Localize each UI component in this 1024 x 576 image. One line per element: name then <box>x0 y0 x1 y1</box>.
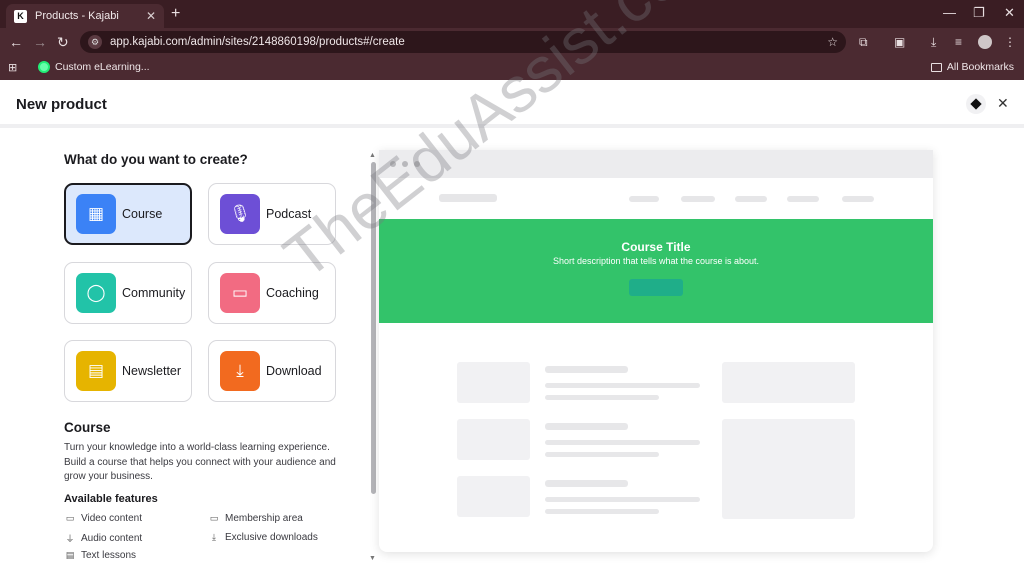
preview-line <box>545 480 628 487</box>
product-type-label: Coaching <box>266 286 319 300</box>
header-divider <box>0 124 1024 128</box>
selected-type-description: Turn your knowledge into a world-class l… <box>64 442 336 482</box>
browser-titlebar: K Products - Kajabi ✕ + — ❐ ✕ <box>0 0 1024 28</box>
preview-line <box>545 497 700 502</box>
coaching-icon: ▭ <box>220 273 260 313</box>
address-bar[interactable]: ⚙ app.kajabi.com/admin/sites/2148860198/… <box>80 31 846 53</box>
kajabi-favicon: K <box>14 9 27 23</box>
preview-dot <box>414 161 420 167</box>
preview-line <box>545 452 659 457</box>
browser-toolbar: ← → ↻ ⚙ app.kajabi.com/admin/sites/21488… <box>0 28 1024 56</box>
diamond-icon <box>970 98 982 110</box>
product-type-coaching[interactable]: ▭ Coaching <box>208 262 336 324</box>
folder-icon <box>930 62 942 72</box>
scroll-up-arrow-icon[interactable]: ▲ <box>369 152 376 159</box>
preview-logo-placeholder <box>439 194 497 202</box>
preview-dot <box>402 161 408 167</box>
minimize-icon[interactable]: — <box>943 5 956 20</box>
tab-close-icon[interactable]: ✕ <box>146 9 156 23</box>
cast-icon[interactable]: ▣ <box>894 35 905 49</box>
selected-type-title: Course <box>64 420 111 435</box>
preview-nav-placeholder <box>842 196 874 202</box>
back-icon[interactable]: ← <box>9 34 23 50</box>
preview-dot <box>390 161 396 167</box>
download-icon: ⤓ <box>220 351 260 391</box>
preview-course-subtitle: Short description that tells what the co… <box>552 256 760 266</box>
close-icon[interactable]: ✕ <box>997 95 1009 112</box>
preview-nav-placeholder <box>629 196 659 202</box>
scrollbar-thumb[interactable] <box>371 162 376 494</box>
preview-cta-button <box>629 279 683 296</box>
preview-line <box>545 423 628 430</box>
product-type-newsletter[interactable]: ▤ Newsletter <box>64 340 192 402</box>
apps-grid-icon[interactable]: ⊞ <box>8 61 17 74</box>
create-question: What do you want to create? <box>64 152 248 167</box>
preview-line <box>545 383 700 388</box>
product-type-label: Podcast <box>266 207 312 221</box>
preview-window-bar <box>379 150 933 178</box>
site-info-icon[interactable]: ⚙ <box>88 35 102 49</box>
media-icon[interactable]: ≡ <box>955 35 962 49</box>
microphone-icon: 🎙 <box>220 194 260 234</box>
reload-icon[interactable]: ↻ <box>57 34 69 51</box>
preview-thumb <box>457 362 530 403</box>
preview-sidebar-block <box>722 419 855 519</box>
preview-thumb <box>457 476 530 517</box>
features-title: Available features <box>64 493 158 505</box>
product-type-course[interactable]: ▦ Course <box>64 183 192 245</box>
preview-nav-placeholder <box>735 196 767 202</box>
product-type-download[interactable]: ⤓ Download <box>208 340 336 402</box>
page-header: New product ✕ <box>0 80 1024 124</box>
browser-tab[interactable]: K Products - Kajabi ✕ <box>6 4 164 28</box>
video-icon: ▭ <box>65 513 75 523</box>
url-text[interactable]: app.kajabi.com/admin/sites/2148860198/pr… <box>110 36 827 48</box>
chat-bubble-icon: ◯ <box>76 273 116 313</box>
document-icon: ▤ <box>65 550 75 560</box>
bookmarks-bar: ⊞ Custom eLearning... All Bookmarks <box>0 56 1024 80</box>
ai-assist-button[interactable] <box>966 94 986 114</box>
page-title: New product <box>16 96 107 113</box>
download-icon: ⤓ <box>212 532 216 542</box>
scroll-down-arrow-icon[interactable]: ▼ <box>369 555 376 562</box>
product-type-label: Community <box>122 286 186 300</box>
preview-line <box>545 440 700 445</box>
preview-hero <box>379 219 933 323</box>
course-icon: ▦ <box>76 194 116 234</box>
feature-text-lessons: ▤ Text lessons <box>65 550 137 561</box>
preview-line <box>545 395 659 400</box>
restore-icon[interactable]: ❐ <box>973 5 985 21</box>
product-type-community[interactable]: ◯ Community <box>64 262 192 324</box>
extensions-icon[interactable]: ⧉ <box>859 35 868 50</box>
feature-membership-area: ▭ Membership area <box>209 513 303 524</box>
preview-nav-placeholder <box>681 196 715 202</box>
all-bookmarks[interactable]: All Bookmarks <box>930 61 1014 73</box>
product-type-label: Download <box>266 364 322 378</box>
tab-title: Products - Kajabi <box>35 10 119 22</box>
product-type-podcast[interactable]: 🎙 Podcast <box>208 183 336 245</box>
download-icon[interactable]: ⤓ <box>931 35 936 50</box>
window-close-icon[interactable]: ✕ <box>1004 5 1015 21</box>
preview-sidebar-block <box>722 362 855 403</box>
bookmark-custom-elearning[interactable]: Custom eLearning... <box>38 61 150 73</box>
menu-icon[interactable]: ⋮ <box>1004 35 1016 49</box>
microphone-icon: ⏚ <box>65 534 75 544</box>
forward-icon[interactable]: → <box>33 34 47 50</box>
profile-avatar[interactable] <box>978 35 992 49</box>
product-type-label: Course <box>122 207 163 221</box>
newsletter-icon: ▤ <box>76 351 116 391</box>
video-icon: ▭ <box>209 513 219 523</box>
feature-audio-content: ⏚ Audio content <box>65 533 143 544</box>
feature-video-content: ▭ Video content <box>65 513 142 524</box>
preview-course-title: Course Title <box>621 240 691 254</box>
product-preview: Course Title Short description that tell… <box>379 150 933 552</box>
preview-line <box>545 366 628 373</box>
product-type-label: Newsletter <box>122 364 182 378</box>
preview-line <box>545 509 659 514</box>
preview-thumb <box>457 419 530 460</box>
new-tab-icon[interactable]: + <box>171 5 180 23</box>
preview-nav-placeholder <box>787 196 819 202</box>
bookmark-star-icon[interactable]: ☆ <box>827 35 838 49</box>
bookmark-favicon-icon <box>38 61 50 73</box>
feature-exclusive-downloads: ⤓ Exclusive downloads <box>208 532 318 543</box>
